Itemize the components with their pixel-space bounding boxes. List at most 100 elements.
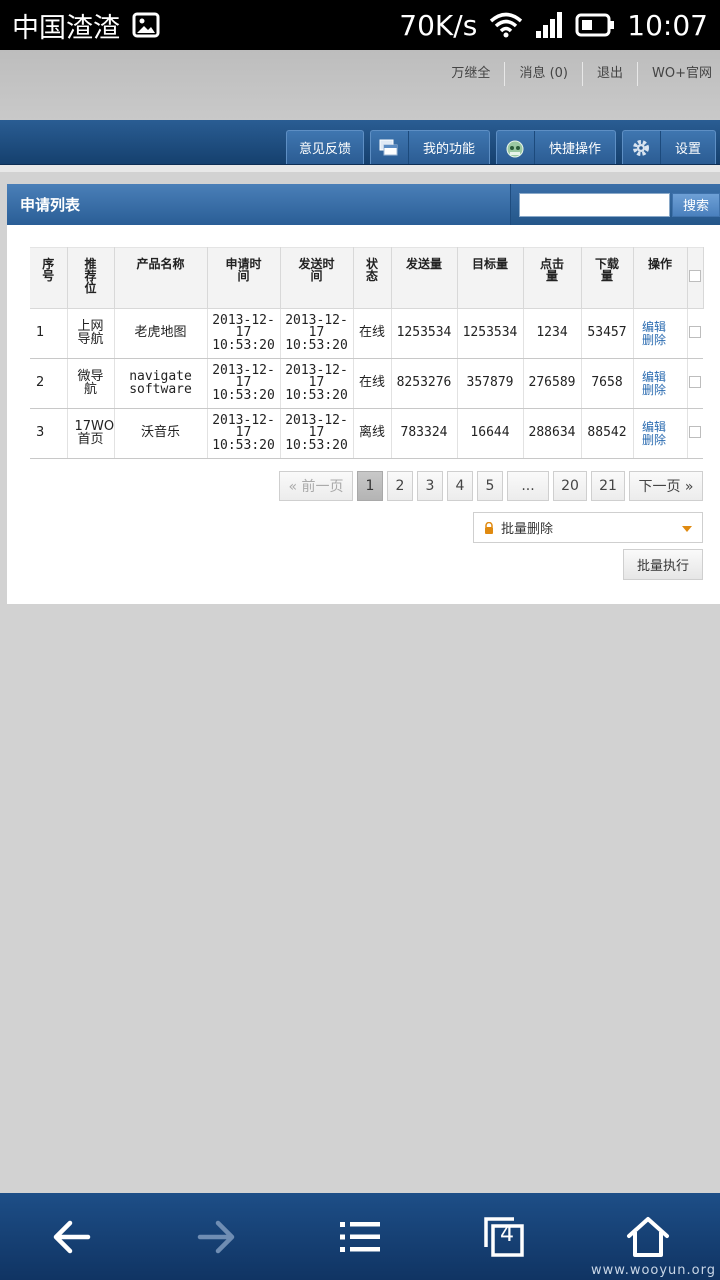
cell-target: 1253534 bbox=[456, 308, 523, 359]
select-all-checkbox[interactable] bbox=[689, 270, 701, 282]
delete-link[interactable]: 删除 bbox=[642, 333, 666, 347]
page-button-20[interactable]: 20 bbox=[553, 471, 587, 501]
col-header-product: 产品名称 bbox=[113, 247, 208, 309]
clock: 10:07 bbox=[627, 8, 708, 42]
back-arrow-icon bbox=[53, 1220, 91, 1253]
batch-action-value: 批量删除 bbox=[501, 522, 554, 537]
col-header-target: 目标量 bbox=[456, 247, 524, 309]
cell-sent: 8253276 bbox=[390, 358, 457, 409]
cell-send-time: 2013-12-17 10:53:20 bbox=[279, 358, 353, 409]
cell-target: 16644 bbox=[456, 408, 523, 459]
page-button-3[interactable]: 3 bbox=[417, 471, 443, 501]
cell-product: 老虎地图 bbox=[113, 308, 207, 359]
delete-link[interactable]: 删除 bbox=[642, 433, 666, 447]
my-functions-button[interactable]: 我的功能 bbox=[369, 130, 490, 164]
row-checkbox[interactable] bbox=[689, 325, 702, 338]
cell-actions: 编辑 删除 bbox=[632, 358, 687, 409]
status-bar: 中国渣渣 70K/s 10:07 bbox=[0, 0, 720, 50]
gear-icon bbox=[623, 131, 661, 164]
lock-icon bbox=[484, 521, 494, 534]
col-header-slot: 推荐位 bbox=[66, 247, 115, 309]
wo-official-link[interactable]: WO+官网 bbox=[638, 62, 714, 86]
tab-count: 4 bbox=[500, 1221, 514, 1247]
col-header-apply-time: 申请时间 bbox=[206, 247, 281, 309]
cell-apply-time: 2013-12-17 10:53:20 bbox=[206, 308, 280, 359]
top-header: 万继全 消息 (0) 退出 WO+官网 bbox=[0, 50, 720, 120]
cell-no: 2 bbox=[30, 358, 67, 409]
col-header-sent: 发送量 bbox=[390, 247, 458, 309]
panel-title: 申请列表 bbox=[20, 196, 81, 214]
battery-icon bbox=[575, 13, 615, 37]
col-header-send-time: 发送时间 bbox=[279, 247, 354, 309]
divider bbox=[0, 165, 720, 172]
menu-button[interactable] bbox=[320, 1207, 400, 1267]
page-button-1[interactable]: 1 bbox=[357, 471, 383, 501]
col-header-downloads: 下载量 bbox=[580, 247, 634, 309]
col-header-actions: 操作 bbox=[632, 247, 688, 309]
row-checkbox[interactable] bbox=[689, 425, 702, 438]
cell-status: 在线 bbox=[352, 358, 391, 409]
home-button[interactable] bbox=[608, 1207, 688, 1267]
logout-link[interactable]: 退出 bbox=[583, 62, 639, 86]
nav-bar: 意见反馈 我的功能 快捷操作 设置 bbox=[0, 120, 720, 165]
browser-toolbar: 4 www.wooyun.org bbox=[0, 1193, 720, 1280]
cell-actions: 编辑 删除 bbox=[632, 308, 687, 359]
page-button-5[interactable]: 5 bbox=[477, 471, 503, 501]
batch-execute-button[interactable]: 批量执行 bbox=[623, 549, 703, 580]
col-header-clicks: 点击量 bbox=[522, 247, 582, 309]
feedback-button[interactable]: 意见反馈 bbox=[285, 130, 364, 164]
feedback-label: 意见反馈 bbox=[298, 142, 351, 157]
wifi-icon bbox=[489, 12, 523, 38]
cell-no: 3 bbox=[30, 408, 67, 459]
cell-send-time: 2013-12-17 10:53:20 bbox=[279, 308, 353, 359]
cell-downloads: 7658 bbox=[580, 358, 633, 409]
settings-label: 设置 bbox=[674, 142, 701, 157]
cell-sent: 783324 bbox=[390, 408, 457, 459]
settings-button[interactable]: 设置 bbox=[621, 130, 716, 164]
search-button[interactable]: 搜索 bbox=[672, 192, 720, 217]
watermark-text: www.wooyun.org bbox=[590, 1263, 716, 1278]
menu-list-icon bbox=[340, 1221, 380, 1252]
back-button[interactable] bbox=[32, 1207, 112, 1267]
cell-downloads: 88542 bbox=[580, 408, 633, 459]
panel-header: 申请列表 搜索 bbox=[7, 184, 720, 225]
forward-button[interactable] bbox=[176, 1207, 256, 1267]
cell-target: 357879 bbox=[456, 358, 523, 409]
forward-arrow-icon bbox=[197, 1220, 235, 1253]
user-name-link[interactable]: 万继全 bbox=[437, 62, 506, 86]
quick-ops-button[interactable]: 快捷操作 bbox=[495, 130, 616, 164]
page-button-2[interactable]: 2 bbox=[387, 471, 413, 501]
quick-ops-label: 快捷操作 bbox=[548, 142, 601, 157]
pagination: « 前一页 1 2 3 4 5 ... 20 21 下一页 » bbox=[279, 471, 703, 501]
select-all-cell bbox=[686, 247, 704, 309]
cell-no: 1 bbox=[30, 308, 67, 359]
cell-select bbox=[686, 408, 703, 459]
prev-page-button[interactable]: « 前一页 bbox=[279, 471, 353, 501]
cell-downloads: 53457 bbox=[580, 308, 633, 359]
top-links: 万继全 消息 (0) 退出 WO+官网 bbox=[437, 62, 714, 86]
cell-actions: 编辑 删除 bbox=[632, 408, 687, 459]
cell-clicks: 276589 bbox=[522, 358, 581, 409]
messages-link[interactable]: 消息 (0) bbox=[505, 62, 583, 86]
batch-action-select[interactable]: 批量删除 bbox=[473, 512, 703, 543]
cell-apply-time: 2013-12-17 10:53:20 bbox=[206, 358, 280, 409]
cell-product: navigate software bbox=[113, 358, 207, 409]
row-checkbox[interactable] bbox=[689, 375, 702, 388]
cell-slot: 17WO首页 bbox=[66, 408, 114, 459]
cell-clicks: 288634 bbox=[522, 408, 581, 459]
page-button-4[interactable]: 4 bbox=[447, 471, 473, 501]
col-header-status: 状态 bbox=[352, 247, 392, 309]
cell-select bbox=[686, 358, 703, 409]
col-header-no: 序号 bbox=[30, 247, 68, 309]
network-speed: 70K/s bbox=[399, 8, 478, 42]
search-input[interactable] bbox=[519, 192, 670, 217]
page-button-21[interactable]: 21 bbox=[591, 471, 625, 501]
windows-icon bbox=[371, 131, 409, 164]
application-list-panel: 申请列表 搜索 序号 推荐位 产品名称 申请时间 发送时间 状态 发送量 目标量… bbox=[7, 184, 720, 604]
application-table: 序号 推荐位 产品名称 申请时间 发送时间 状态 发送量 目标量 点击量 下载量… bbox=[30, 247, 704, 459]
tabs-button[interactable]: 4 bbox=[464, 1207, 544, 1267]
next-page-button[interactable]: 下一页 » bbox=[629, 471, 703, 501]
cell-apply-time: 2013-12-17 10:53:20 bbox=[206, 408, 280, 459]
page-ellipsis: ... bbox=[507, 471, 549, 501]
delete-link[interactable]: 删除 bbox=[642, 383, 666, 397]
